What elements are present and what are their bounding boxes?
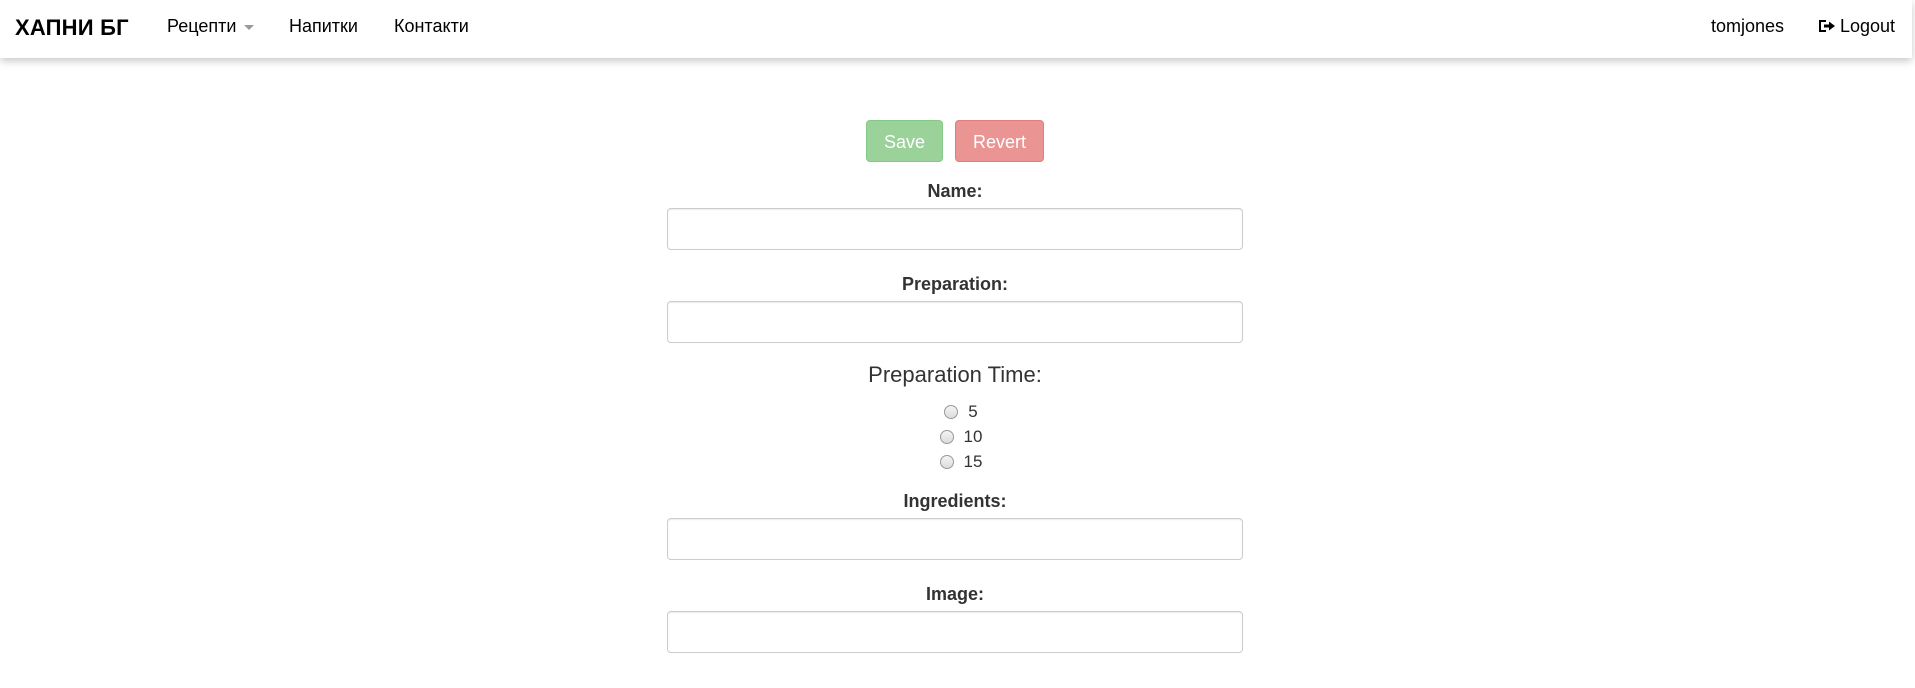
radio-label: 10: [963, 427, 983, 446]
image-label: Image:: [925, 584, 985, 604]
radio-option-10[interactable]: 10: [667, 424, 1243, 449]
caret-down-icon: [244, 24, 255, 30]
nav-item-label: Рецепти: [167, 16, 237, 36]
username-label: tomjones: [1711, 16, 1785, 36]
name-label: Name:: [927, 181, 983, 201]
top-navbar: ХАПНИ БГ Рецепти Напитки Контакти tomjon…: [0, 0, 1912, 58]
nav-item-recipes[interactable]: Рецепти: [167, 0, 255, 55]
ingredients-field[interactable]: [667, 518, 1243, 560]
preparation-time-options: 5 10 15: [667, 399, 1243, 474]
nav-item-contacts[interactable]: Контакти: [394, 0, 469, 55]
form-actions: Save Revert: [667, 120, 1243, 162]
radio-button[interactable]: [939, 430, 954, 444]
radio-label: 5: [968, 402, 978, 421]
radio-option-15[interactable]: 15: [667, 449, 1243, 474]
logout-label: Logout: [1840, 16, 1896, 36]
nav-item-label: Напитки: [289, 16, 358, 36]
preparation-time-label: Preparation Time:: [868, 362, 1042, 387]
radio-option-5[interactable]: 5: [667, 399, 1243, 424]
brand-logo[interactable]: ХАПНИ БГ: [15, 0, 129, 55]
nav-item-drinks[interactable]: Напитки: [289, 0, 358, 55]
name-field[interactable]: [667, 208, 1243, 250]
radio-button[interactable]: [944, 405, 959, 419]
recipe-form: Save Revert Name: Preparation: Preparatio…: [667, 120, 1243, 676]
logout-icon: [1818, 2, 1836, 55]
nav-item-label: Контакти: [394, 16, 469, 36]
revert-button[interactable]: Revert: [955, 120, 1045, 162]
image-field[interactable]: [667, 611, 1243, 653]
ingredients-label: Ingredients:: [903, 491, 1007, 511]
radio-label: 15: [963, 452, 983, 471]
save-button[interactable]: Save: [865, 120, 943, 162]
logout-link[interactable]: Logout: [1818, 0, 1895, 55]
nav-user[interactable]: tomjones: [1711, 0, 1784, 55]
preparation-field[interactable]: [667, 301, 1243, 343]
preparation-label: Preparation:: [901, 274, 1009, 294]
radio-button[interactable]: [939, 455, 954, 469]
